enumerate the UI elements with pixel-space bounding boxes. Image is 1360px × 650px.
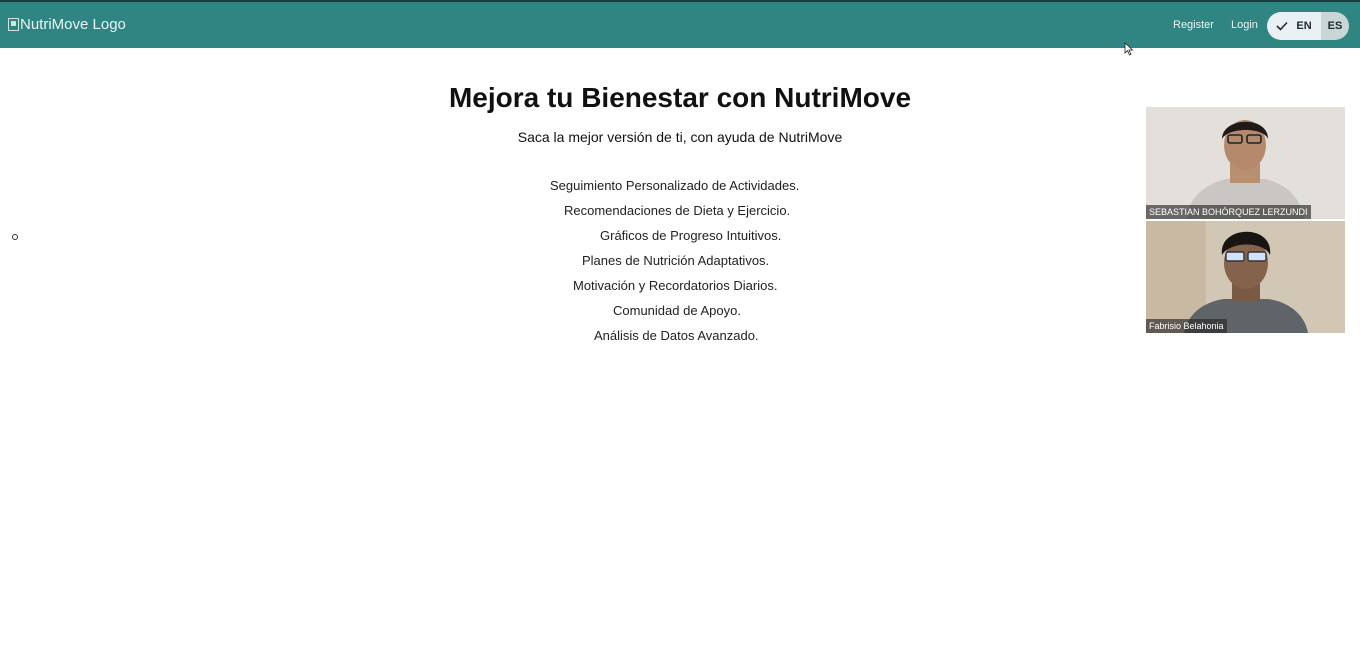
broken-image-icon [8,18,19,31]
feature-text: Seguimiento Personalizado de Actividades… [550,178,800,193]
check-icon [1276,21,1288,31]
video-tile-participant[interactable]: SEBASTIAN BOHÓRQUEZ LERZUNDI [1146,107,1345,219]
feature-text: Planes de Nutrición Adaptativos. [582,253,770,268]
participant-name: Fabrisio Belahonia [1146,319,1227,333]
video-tile-participant[interactable]: Fabrisio Belahonia [1146,221,1345,333]
participant-video [1146,107,1345,219]
feature-text: Motivación y Recordatorios Diarios. [573,278,778,293]
language-label-es: ES [1327,20,1343,32]
navbar: NutriMove Logo Register Login EN ES [0,2,1360,48]
participant-name: SEBASTIAN BOHÓRQUEZ LERZUNDI [1146,205,1311,219]
language-option-es[interactable]: ES [1321,12,1349,40]
logo-alt-text: NutriMove Logo [20,16,126,33]
mouse-cursor-icon [1124,42,1134,56]
language-label-en: EN [1296,20,1312,32]
logo-link[interactable]: NutriMove Logo [8,16,126,33]
feature-text: Análisis de Datos Avanzado. [594,328,759,343]
register-link[interactable]: Register [1173,19,1214,31]
language-toggle: EN ES [1267,12,1349,40]
participant-video [1146,221,1345,333]
language-option-en[interactable]: EN [1267,12,1321,40]
feature-text: Gráficos de Progreso Intuitivos. [600,228,782,243]
feature-text: Comunidad de Apoyo. [613,303,741,318]
login-link[interactable]: Login [1231,19,1258,31]
feature-text: Recomendaciones de Dieta y Ejercicio. [564,203,791,218]
